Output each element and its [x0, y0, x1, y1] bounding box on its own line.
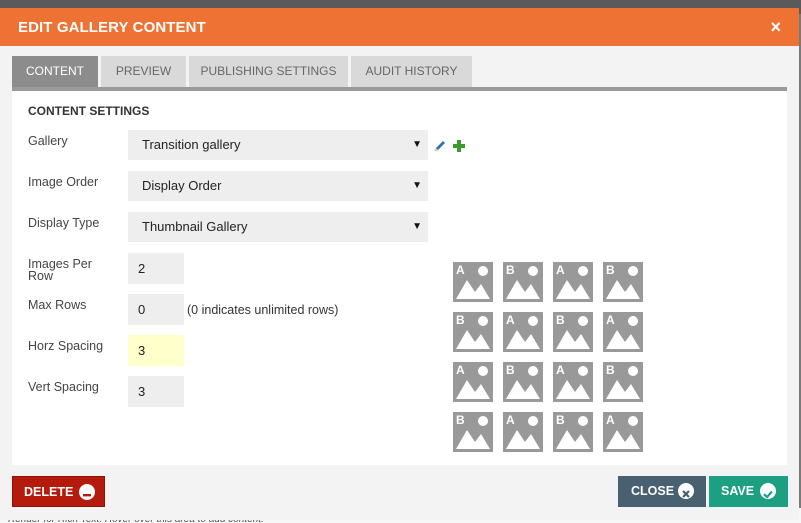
- image-thumbnail: B: [503, 262, 543, 302]
- gallery-select[interactable]: Transition gallery ▼: [128, 130, 428, 160]
- thumbnail-letter: B: [456, 313, 465, 327]
- images-per-row-label-line2: Row: [28, 269, 54, 283]
- minus-circle-icon: [79, 484, 95, 500]
- display-type-select-value: Thumbnail Gallery: [142, 219, 248, 234]
- image-order-select[interactable]: Display Order ▼: [128, 171, 428, 201]
- display-type-label: Display Type: [28, 216, 100, 230]
- gallery-select-value: Transition gallery: [142, 137, 241, 152]
- close-button-label: CLOSE: [631, 484, 675, 498]
- close-icon[interactable]: ×: [770, 17, 781, 38]
- gallery-label: Gallery: [28, 134, 68, 148]
- thumbnail-letter: A: [506, 313, 515, 327]
- image-thumbnail: A: [503, 312, 543, 352]
- chevron-down-icon: ▼: [412, 221, 422, 232]
- sun-dot-icon: [578, 416, 588, 426]
- thumbnail-letter: B: [456, 413, 465, 427]
- thumbnail-letter: B: [506, 263, 515, 277]
- tab-audit-history[interactable]: AUDIT HISTORY: [351, 56, 472, 87]
- section-title: CONTENT SETTINGS: [28, 104, 150, 118]
- image-thumbnail: B: [603, 362, 643, 402]
- close-circle-icon: [678, 483, 694, 499]
- thumbnail-letter: A: [456, 263, 465, 277]
- vert-spacing-label: Vert Spacing: [28, 380, 99, 394]
- sun-dot-icon: [478, 366, 488, 376]
- edit-gallery-dialog: EDIT GALLERY CONTENT × CONTENT PREVIEW P…: [0, 8, 799, 520]
- sun-dot-icon: [528, 266, 538, 276]
- sun-dot-icon: [628, 366, 638, 376]
- delete-button-label: DELETE: [24, 485, 74, 499]
- edit-pencil-icon[interactable]: [433, 139, 447, 158]
- content-panel: CONTENT SETTINGS Gallery Transition gall…: [12, 87, 787, 465]
- max-rows-input[interactable]: 0: [128, 294, 184, 325]
- save-button-label: SAVE: [721, 484, 755, 498]
- dialog-title: EDIT GALLERY CONTENT: [18, 19, 206, 36]
- thumbnail-letter: B: [606, 363, 615, 377]
- sun-dot-icon: [528, 366, 538, 376]
- sun-dot-icon: [628, 416, 638, 426]
- vert-spacing-input[interactable]: 3: [128, 376, 184, 407]
- chevron-down-icon: ▼: [412, 139, 422, 150]
- sun-dot-icon: [578, 316, 588, 326]
- image-order-label: Image Order: [28, 175, 99, 189]
- thumbnail-letter: A: [556, 263, 565, 277]
- sun-dot-icon: [528, 416, 538, 426]
- thumbnail-letter: B: [506, 363, 515, 377]
- image-thumbnail: B: [553, 312, 593, 352]
- image-thumbnail: A: [453, 262, 493, 302]
- image-thumbnail: A: [453, 362, 493, 402]
- images-per-row-label: Images Per Row: [28, 258, 92, 283]
- chevron-down-icon: ▼: [412, 180, 422, 191]
- image-thumbnail: A: [603, 312, 643, 352]
- tab-publishing-settings[interactable]: PUBLISHING SETTINGS: [189, 56, 348, 87]
- image-thumbnail: A: [503, 412, 543, 452]
- horz-spacing-input[interactable]: 3: [128, 335, 184, 366]
- image-thumbnail: B: [453, 412, 493, 452]
- image-thumbnail: B: [553, 412, 593, 452]
- sun-dot-icon: [578, 366, 588, 376]
- sun-dot-icon: [628, 266, 638, 276]
- image-order-select-value: Display Order: [142, 178, 222, 193]
- delete-button[interactable]: DELETE: [12, 476, 105, 507]
- add-plus-icon[interactable]: [452, 139, 466, 158]
- image-thumbnail: B: [503, 362, 543, 402]
- image-thumbnail: A: [553, 262, 593, 302]
- max-rows-hint: (0 indicates unlimited rows): [187, 303, 339, 317]
- save-button[interactable]: SAVE: [709, 476, 788, 507]
- image-thumbnail: B: [603, 262, 643, 302]
- image-thumbnail: B: [453, 312, 493, 352]
- sun-dot-icon: [528, 316, 538, 326]
- sun-dot-icon: [478, 416, 488, 426]
- image-thumbnail: A: [553, 362, 593, 402]
- sun-dot-icon: [478, 316, 488, 326]
- thumbnail-letter: A: [456, 363, 465, 377]
- thumbnail-letter: B: [556, 413, 565, 427]
- close-button[interactable]: CLOSE: [618, 476, 706, 507]
- thumbnail-letter: A: [606, 313, 615, 327]
- thumbnail-letter: B: [556, 313, 565, 327]
- thumbnail-letter: B: [606, 263, 615, 277]
- check-circle-icon: [760, 483, 776, 499]
- display-type-select[interactable]: Thumbnail Gallery ▼: [128, 212, 428, 242]
- thumbnail-letter: A: [556, 363, 565, 377]
- thumbnail-letter: A: [506, 413, 515, 427]
- image-thumbnail: A: [603, 412, 643, 452]
- sun-dot-icon: [578, 266, 588, 276]
- sun-dot-icon: [478, 266, 488, 276]
- sun-dot-icon: [628, 316, 638, 326]
- horz-spacing-label: Horz Spacing: [28, 339, 104, 353]
- dialog-title-bar: EDIT GALLERY CONTENT ×: [0, 8, 799, 46]
- tab-preview[interactable]: PREVIEW: [101, 56, 186, 87]
- max-rows-label: Max Rows: [28, 298, 87, 312]
- tab-content[interactable]: CONTENT: [12, 56, 98, 87]
- images-per-row-input[interactable]: 2: [128, 253, 184, 284]
- thumbnail-letter: A: [606, 413, 615, 427]
